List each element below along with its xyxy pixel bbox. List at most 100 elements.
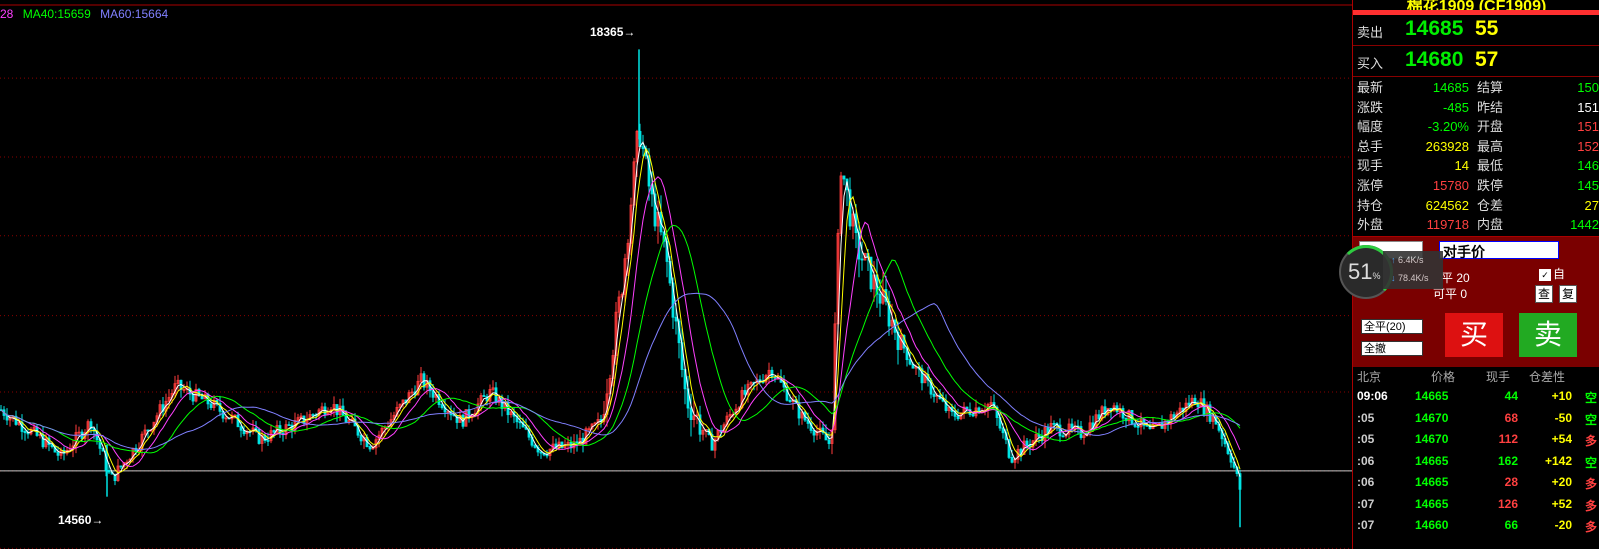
tick-nature: 多 [1585,520,1598,534]
stat-key: 涨跌 [1357,99,1384,115]
tick-time: :06 [1357,453,1375,468]
quote-panel: 棉花1909 (CF1909) 卖出 14685 55 买入 14680 57 … [1339,0,1599,549]
tick-row: 09:06 14665 44 +10 空 [1353,386,1599,407]
ticks-header-price: 价格 [1431,370,1456,384]
tick-row: :07 14660 66 -20 多 [1353,515,1599,536]
stat-key: 幅度 [1357,119,1384,135]
contract-title: 棉花1909 (CF1909) [1406,0,1547,10]
other-button[interactable]: 复 [1559,285,1577,303]
tick-time: :07 [1357,518,1375,532]
kline-chart[interactable]: 28 MA40:15659 MA60:15664 18365→ 14560→ [0,0,1352,549]
tick-nature: 空 [1585,412,1598,427]
stat-2: 幅度 -3.20% [1357,117,1469,136]
stat-value: -485 [1442,99,1469,115]
candle-body [1052,423,1056,425]
tick-oi-change: -20 [1554,518,1572,532]
stat-right-3: 最高 152 [1477,137,1599,156]
stat-value: -3.20% [1427,119,1469,135]
stat-key: 结算 [1477,80,1504,95]
tick-row: :06 14665 28 +20 多 [1353,472,1599,493]
candle-body [674,316,678,322]
stat-key: 总手 [1357,138,1384,154]
tick-price: 14665 [1415,496,1449,511]
stat-value: 146 [1577,158,1599,174]
candle-body [878,293,882,304]
stat-key: 最高 [1477,138,1504,154]
cancel-all-button[interactable]: 全撤 [1361,341,1423,356]
tick-oi-change: +10 [1551,389,1572,403]
stat-key: 跌停 [1477,178,1504,193]
tick-row: :07 14665 126 +52 多 [1353,494,1599,515]
tick-volume: 28 [1504,475,1518,489]
low-price-label: 14560→ [58,513,104,527]
tick-price: 14665 [1415,389,1449,403]
order-panel: 对手价 ✓ 自 平 20 可平 0 查 复 全平(20) 全撤 买 卖 51% ↑… [1339,236,1599,367]
candle-body [239,426,243,431]
candle-body [368,446,372,450]
bid-row[interactable]: 买入 14680 57 [1353,46,1599,77]
candle-body [827,439,831,444]
speed-percent: 51% [1348,259,1381,284]
stat-key: 外盘 [1357,217,1384,233]
candle-body [209,403,213,408]
stat-key: 现手 [1357,158,1384,174]
stat-right-6: 仓差 27 [1477,196,1599,215]
tick-oi-change: +20 [1551,475,1572,489]
candle-body [272,430,276,433]
sell-button[interactable]: 卖 [1519,313,1577,357]
ticks-header-nature: 性 [1553,370,1566,384]
buy-button[interactable]: 买 [1445,313,1503,357]
stat-value: 152 [1577,138,1599,154]
stat-value: 263928 [1425,138,1469,154]
candle-body [743,390,747,395]
ask-row[interactable]: 卖出 14685 55 [1353,15,1599,46]
stat-value: 14685 [1432,80,1469,95]
stat-key: 涨停 [1357,178,1384,193]
ma-line [0,141,1241,477]
ma-legend-item: MA40:15659 [22,7,91,21]
stat-3: 总手 263928 [1357,137,1469,156]
arrow-down-icon: ↓ [1391,273,1396,283]
stat-right-7: 内盘 1442 [1477,215,1599,234]
tick-time: :07 [1357,496,1375,511]
candle-body [1196,403,1200,408]
candle-body [842,175,846,180]
candle-body [311,414,315,416]
ask-volume: 55 [1475,17,1499,40]
tick-row: :05 14670 68 -50 空 [1353,408,1599,429]
tick-volume: 66 [1504,518,1518,532]
stat-right-5: 跌停 145 [1477,176,1599,195]
stat-value: 27 [1584,197,1599,213]
check-icon: ✓ [1539,269,1551,281]
tick-nature: 空 [1585,455,1598,470]
price-type-select[interactable]: 对手价 [1439,241,1559,260]
tick-price: 14660 [1415,518,1449,532]
tick-oi-change: +54 [1551,432,1572,446]
stat-key: 最低 [1477,158,1504,174]
candle-body [359,434,363,442]
upload-rate: ↑ 6.4K/s [1391,255,1424,265]
ask-price: 14685 [1405,17,1464,40]
stat-right-4: 最低 146 [1477,156,1599,175]
kline-svg [0,4,1352,549]
stat-6: 持仓 624562 [1357,196,1469,215]
candle-body [119,465,123,468]
close-all-button[interactable]: 全平(20) [1361,319,1423,334]
stat-key: 开盘 [1477,119,1504,135]
ticks-header-vol: 现手 [1486,370,1511,384]
candle-body [689,407,693,420]
candle-body [971,414,975,417]
query-button[interactable]: 查 [1535,285,1553,303]
candle-body [1145,424,1149,427]
candle-body [860,258,864,261]
tick-price: 14665 [1415,453,1449,468]
candle-body [1025,440,1029,446]
auto-checkbox[interactable]: ✓ 自 [1539,265,1565,282]
stat-4: 现手 14 [1357,156,1469,175]
candle-body [770,369,774,378]
ask-label: 卖出 [1357,25,1384,40]
candle-body [1010,456,1014,463]
stat-value: 119718 [1426,217,1469,233]
candle-body [107,470,111,473]
candle-body [1136,425,1140,428]
